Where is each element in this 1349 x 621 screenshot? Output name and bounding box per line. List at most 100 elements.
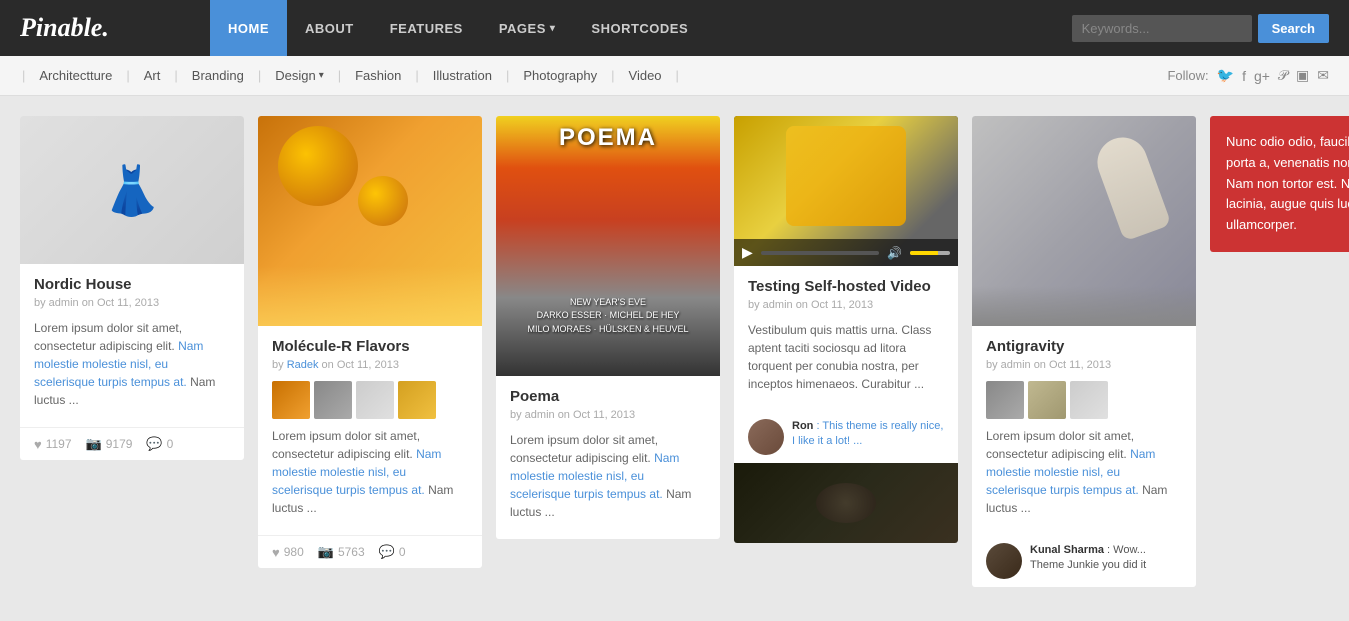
card-antigravity: Antigravity by admin on Oct 11, 2013 Lor… — [972, 116, 1196, 587]
molecule-r-likes: ♥ 980 — [272, 545, 304, 560]
molecule-r-thumbs — [272, 381, 468, 419]
subnav-sep: | — [338, 68, 341, 83]
pages-dropdown-arrow: ▾ — [550, 23, 556, 34]
nordic-house-likes: ♥ 1197 — [34, 437, 72, 452]
category-subnav: | Architectture | Art | Branding | Desig… — [0, 56, 1349, 96]
subnav-item-architecture[interactable]: Architectture — [27, 68, 124, 83]
thumb-1 — [272, 381, 310, 419]
design-dropdown-arrow: ▾ — [319, 70, 324, 81]
video-controls: ▶ 🔊 — [734, 239, 958, 266]
antigravity-title[interactable]: Antigravity — [986, 338, 1182, 355]
molecule-r-body: Molécule-R Flavors by Radek on Oct 11, 2… — [258, 326, 482, 535]
subnav-item-art[interactable]: Art — [132, 68, 173, 83]
play-button[interactable]: ▶ — [742, 244, 753, 261]
molecule-r-image — [258, 116, 482, 326]
main-content: 👗 Nordic House by admin on Oct 11, 2013 … — [0, 96, 1349, 607]
anti-thumb-3 — [1070, 381, 1108, 419]
poema-link[interactable]: Nam molestie molestie nisl, eu scelerisq… — [510, 451, 679, 501]
kunal-name[interactable]: Kunal Sharma — [1030, 544, 1104, 556]
volume-bar[interactable] — [910, 251, 950, 255]
molecule-r-images: 📷 5763 — [318, 544, 365, 560]
nav-item-about[interactable]: ABOUT — [287, 0, 372, 56]
ron-comment[interactable]: : This theme is really nice, I like it a… — [792, 420, 943, 447]
nav-item-pages[interactable]: PAGES ▾ — [481, 0, 574, 56]
video-meta: by admin on Oct 11, 2013 — [748, 299, 944, 311]
nordic-house-footer: ♥ 1197 📷 9179 💬 0 — [20, 427, 244, 460]
nordic-house-meta: by admin on Oct 11, 2013 — [34, 297, 230, 309]
card-nordic-house: 👗 Nordic House by admin on Oct 11, 2013 … — [20, 116, 244, 460]
hanger-icon: 👗 — [102, 162, 162, 219]
poema-title-overlay: POEMA — [496, 124, 720, 152]
subnav-item-photography[interactable]: Photography — [511, 68, 609, 83]
figure-body — [1090, 130, 1171, 241]
google-plus-icon[interactable]: g+ — [1254, 68, 1270, 84]
subnav-item-video[interactable]: Video — [617, 68, 674, 83]
thumb-4 — [398, 381, 436, 419]
facebook-icon[interactable]: f — [1242, 68, 1246, 84]
poema-title[interactable]: Poema — [510, 388, 706, 405]
molecule-r-title[interactable]: Molécule-R Flavors — [272, 338, 468, 355]
site-logo[interactable]: Pinable. — [20, 13, 180, 43]
poema-image: POEMA NEW YEAR'S EVE DARKO ESSER · MICHE… — [496, 116, 720, 376]
promo-text: Nunc odio odio, faucibus non porta a, ve… — [1226, 132, 1349, 236]
food-image — [734, 463, 958, 543]
molecule-r-excerpt: Lorem ipsum dolor sit amet, consectetur … — [272, 427, 468, 517]
video-thumbnail — [786, 126, 906, 226]
search-button[interactable]: Search — [1258, 14, 1329, 43]
antigravity-meta: by admin on Oct 11, 2013 — [986, 359, 1182, 371]
subnav-item-branding[interactable]: Branding — [180, 68, 256, 83]
nav-item-features[interactable]: FEATURES — [372, 0, 481, 56]
anti-thumb-1 — [986, 381, 1024, 419]
camera-icon: 📷 — [318, 544, 334, 560]
video-player: ▶ 🔊 — [734, 116, 958, 266]
bubble1 — [278, 126, 358, 206]
nordic-house-title[interactable]: Nordic House — [34, 276, 230, 293]
bubble2 — [358, 176, 408, 226]
molecule-r-link[interactable]: Nam molestie molestie nisl, eu scelerisq… — [272, 447, 441, 497]
nordic-house-image: 👗 — [20, 116, 244, 264]
antigravity-link[interactable]: Nam molestie molestie nisl, eu scelerisq… — [986, 447, 1155, 497]
promo-card: Nunc odio odio, faucibus non porta a, ve… — [1210, 116, 1349, 252]
nordic-house-excerpt: Lorem ipsum dolor sit amet, consectetur … — [34, 319, 230, 409]
molecule-r-author-link[interactable]: Radek — [287, 359, 319, 371]
poema-meta: by admin on Oct 11, 2013 — [510, 409, 706, 421]
comment-icon: 💬 — [146, 436, 162, 452]
volume-button[interactable]: 🔊 — [887, 246, 902, 260]
search-input[interactable] — [1072, 15, 1252, 42]
poema-text: POEMA — [559, 124, 657, 151]
heart-icon: ♥ — [272, 545, 280, 560]
site-header: Pinable. HOME ABOUT FEATURES PAGES ▾ SHO… — [0, 0, 1349, 56]
kunal-avatar — [986, 543, 1022, 579]
card-molecule-r: Molécule-R Flavors by Radek on Oct 11, 2… — [258, 116, 482, 568]
nav-item-shortcodes[interactable]: SHORTCODES — [573, 0, 706, 56]
search-area: Search — [1072, 14, 1329, 43]
pinterest-icon[interactable]: 𝒫 — [1278, 67, 1288, 84]
follow-label: Follow: — [1167, 68, 1208, 83]
nordic-house-link[interactable]: Nam molestie molestie nisl, eu scelerisq… — [34, 339, 203, 389]
subnav-item-fashion[interactable]: Fashion — [343, 68, 413, 83]
antigravity-comment: Kunal Sharma : Wow... Theme Junkie you d… — [972, 535, 1196, 587]
nordic-house-images: 📷 9179 — [86, 436, 133, 452]
rss-icon[interactable]: ▣ — [1296, 67, 1309, 84]
video-title[interactable]: Testing Self-hosted Video — [748, 278, 944, 295]
ron-avatar — [748, 419, 784, 455]
thumb-3 — [356, 381, 394, 419]
nordic-house-body: Nordic House by admin on Oct 11, 2013 Lo… — [20, 264, 244, 427]
ron-name[interactable]: Ron — [792, 420, 813, 432]
subnav-sep: | — [126, 68, 129, 83]
camera-icon: 📷 — [86, 436, 102, 452]
subnav-items: | Architectture | Art | Branding | Desig… — [20, 68, 1167, 83]
anti-thumb-2 — [1028, 381, 1066, 419]
twitter-icon[interactable]: 🐦 — [1217, 67, 1234, 84]
video-excerpt: Vestibulum quis mattis urna. Class apten… — [748, 321, 944, 393]
nav-item-home[interactable]: HOME — [210, 0, 287, 56]
main-nav: HOME ABOUT FEATURES PAGES ▾ SHORTCODES — [210, 0, 1072, 56]
video-body: Testing Self-hosted Video by admin on Oc… — [734, 266, 958, 411]
progress-bar[interactable] — [761, 251, 879, 255]
bowl-icon — [816, 483, 876, 523]
email-icon[interactable]: ✉ — [1317, 67, 1329, 84]
subnav-item-illustration[interactable]: Illustration — [421, 68, 504, 83]
subnav-sep: | — [22, 68, 25, 83]
card-video: ▶ 🔊 Testing Self-hosted Video by admin o… — [734, 116, 958, 543]
subnav-item-design[interactable]: Design ▾ — [263, 68, 336, 83]
